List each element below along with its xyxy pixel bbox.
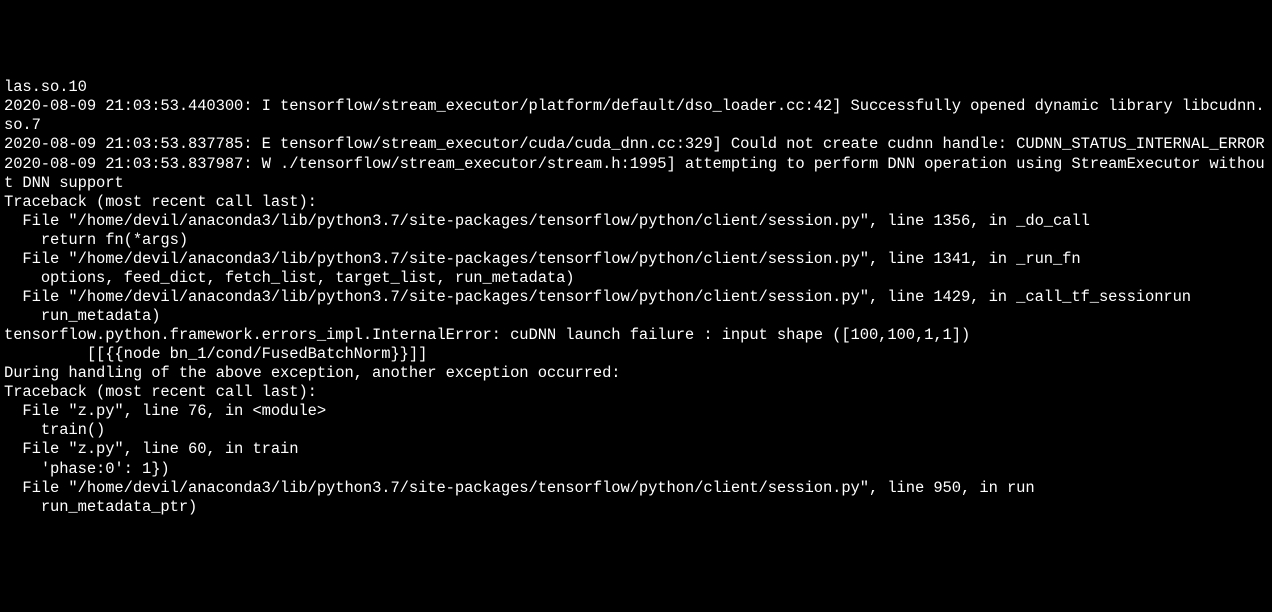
- terminal-line: File "/home/devil/anaconda3/lib/python3.…: [4, 479, 1268, 498]
- terminal-line: File "z.py", line 60, in train: [4, 440, 1268, 459]
- terminal-line: File "z.py", line 76, in <module>: [4, 402, 1268, 421]
- terminal-line: 2020-08-09 21:03:53.440300: I tensorflow…: [4, 97, 1268, 135]
- terminal-line: [[{{node bn_1/cond/FusedBatchNorm}}]]: [4, 345, 1268, 364]
- terminal-line: 2020-08-09 21:03:53.837785: E tensorflow…: [4, 135, 1268, 154]
- terminal-line: During handling of the above exception, …: [4, 364, 1268, 383]
- terminal-line: File "/home/devil/anaconda3/lib/python3.…: [4, 212, 1268, 231]
- terminal-output: las.so.102020-08-09 21:03:53.440300: I t…: [4, 78, 1268, 516]
- terminal-line: 2020-08-09 21:03:53.837987: W ./tensorfl…: [4, 155, 1268, 193]
- terminal-line: train(): [4, 421, 1268, 440]
- terminal-line: 'phase:0': 1}): [4, 460, 1268, 479]
- terminal-line: File "/home/devil/anaconda3/lib/python3.…: [4, 250, 1268, 269]
- terminal-line: return fn(*args): [4, 231, 1268, 250]
- terminal-line: tensorflow.python.framework.errors_impl.…: [4, 326, 1268, 345]
- terminal-line: run_metadata): [4, 307, 1268, 326]
- terminal-line: run_metadata_ptr): [4, 498, 1268, 517]
- terminal-line: options, feed_dict, fetch_list, target_l…: [4, 269, 1268, 288]
- terminal-line: Traceback (most recent call last):: [4, 383, 1268, 402]
- terminal-line: Traceback (most recent call last):: [4, 193, 1268, 212]
- terminal-line: File "/home/devil/anaconda3/lib/python3.…: [4, 288, 1268, 307]
- terminal-line: las.so.10: [4, 78, 1268, 97]
